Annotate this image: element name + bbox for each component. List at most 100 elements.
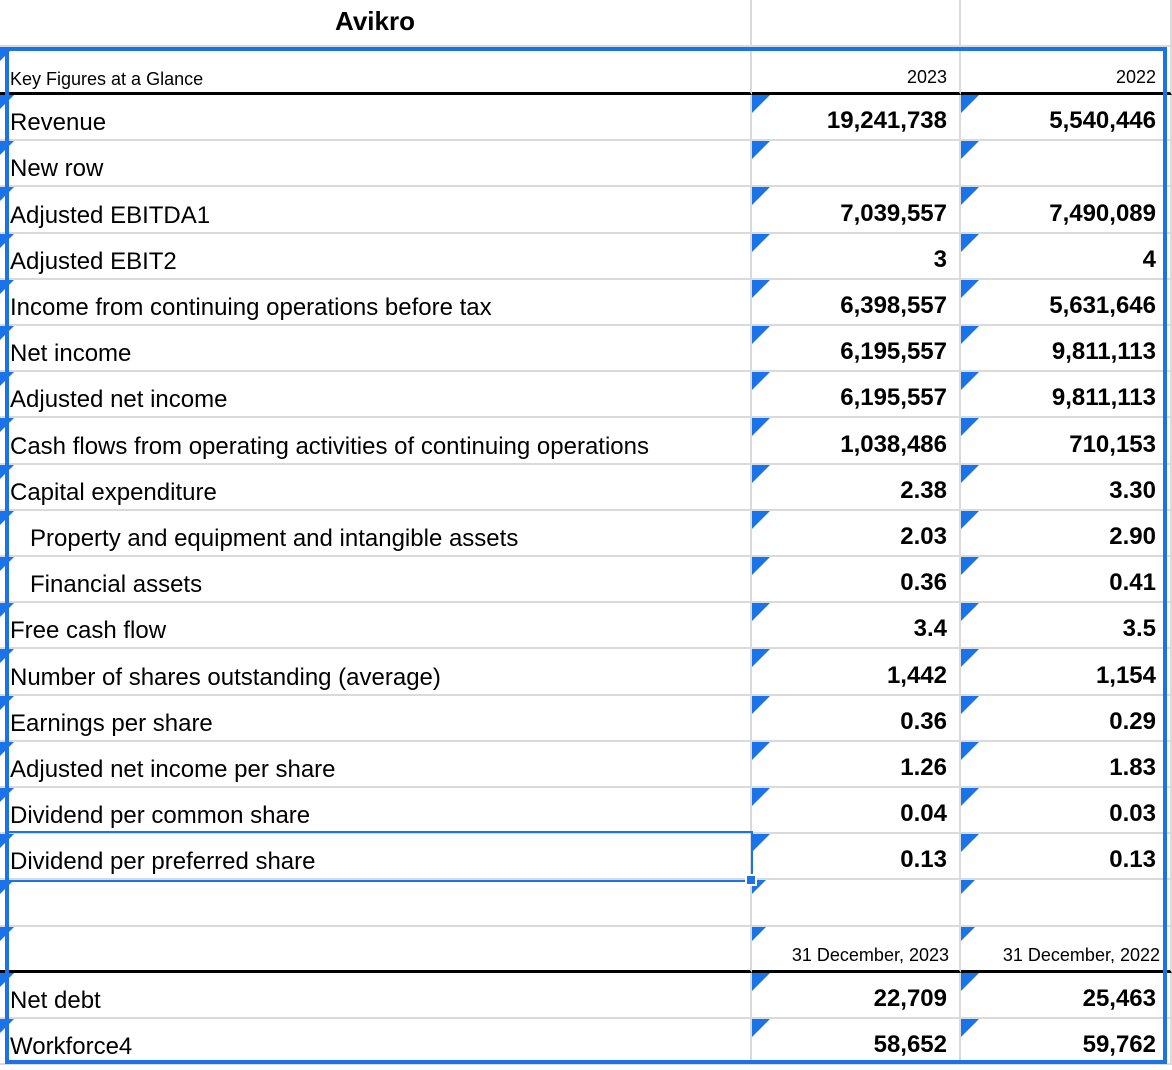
row-label-cell[interactable]: Number of shares outstanding (average) bbox=[0, 649, 752, 696]
comment-marker-icon bbox=[752, 834, 770, 853]
row-value-2023-cell[interactable]: 1.26 bbox=[752, 741, 961, 788]
row-value-2022-cell[interactable]: 710,153 bbox=[961, 418, 1172, 465]
row-value-2023-cell[interactable]: 6,195,557 bbox=[752, 372, 961, 419]
row-value-2022-cell[interactable]: 0.29 bbox=[961, 695, 1172, 742]
blank-label-cell[interactable] bbox=[0, 880, 752, 927]
row-label-cell[interactable]: Dividend per preferred share bbox=[0, 834, 752, 881]
row-value-2022-cell[interactable]: 0.13 bbox=[961, 834, 1172, 881]
comment-marker-icon bbox=[961, 603, 979, 622]
row-value-2022-cell[interactable]: 1.83 bbox=[961, 741, 1172, 788]
row-value-2022-cell[interactable]: 5,631,646 bbox=[961, 279, 1172, 326]
title-cell-2022[interactable] bbox=[961, 0, 1172, 47]
fill-handle[interactable] bbox=[745, 874, 757, 886]
row-label-cell[interactable]: Revenue bbox=[0, 95, 752, 142]
comment-marker-icon bbox=[0, 418, 14, 433]
row-value-2023-cell[interactable] bbox=[752, 141, 961, 188]
row-value-2023-cell[interactable]: 0.36 bbox=[752, 695, 961, 742]
row-value-2023-cell[interactable]: 0.13 bbox=[752, 834, 961, 881]
row-label: Adjusted net income per share bbox=[10, 755, 336, 783]
row-value-2022: 0.29 bbox=[1109, 707, 1156, 735]
row-value-2022-cell[interactable]: 0.03 bbox=[961, 788, 1172, 835]
comment-marker-icon bbox=[752, 1019, 770, 1037]
header-label: Key Figures at a Glance bbox=[10, 69, 204, 89]
row-label-cell[interactable]: Income from continuing operations before… bbox=[0, 279, 752, 326]
row-label-cell[interactable]: Earnings per share bbox=[0, 695, 752, 742]
row-value-2023-cell[interactable]: 2.38 bbox=[752, 464, 961, 511]
comment-marker-icon bbox=[961, 880, 975, 894]
row-label-cell[interactable]: Net debt bbox=[0, 973, 752, 1019]
row-label-cell[interactable]: Net income bbox=[0, 326, 752, 373]
header-2023-cell[interactable]: 2023 bbox=[752, 47, 961, 95]
row-label-cell[interactable]: Adjusted EBITDA1 bbox=[0, 187, 752, 234]
row-value-2022-cell[interactable]: 1,154 bbox=[961, 649, 1172, 696]
row-2022-cell[interactable]: 25,463 bbox=[961, 973, 1172, 1019]
date-header-label-cell[interactable] bbox=[0, 927, 752, 973]
row-label-cell[interactable]: Cash flows from operating activities of … bbox=[0, 418, 752, 465]
row-2023-cell[interactable]: 22,709 bbox=[752, 973, 961, 1019]
row-value-2022-cell[interactable] bbox=[961, 141, 1172, 188]
row-value-2023-cell[interactable]: 3 bbox=[752, 233, 961, 280]
row-label-cell[interactable]: Adjusted net income bbox=[0, 372, 752, 419]
table-row: Property and equipment and intangible as… bbox=[0, 510, 1172, 557]
row-value-2023-cell[interactable]: 0.04 bbox=[752, 788, 961, 835]
row-label-cell[interactable]: New row bbox=[0, 141, 752, 188]
row-label: Dividend per preferred share bbox=[10, 848, 316, 876]
row-label-cell[interactable]: Capital expenditure bbox=[0, 464, 752, 511]
row-value-2023-cell[interactable]: 1,038,486 bbox=[752, 418, 961, 465]
comment-marker-icon bbox=[961, 834, 979, 853]
table-row: Revenue 19,241,738 5,540,446 bbox=[0, 95, 1172, 142]
row-value-2022: 0.41 bbox=[1109, 569, 1156, 597]
comment-marker-icon bbox=[0, 510, 14, 525]
header-2022-cell[interactable]: 2022 bbox=[961, 47, 1172, 95]
row-label-cell[interactable]: Adjusted net income per share bbox=[0, 741, 752, 788]
row-value-2023-cell[interactable]: 1,442 bbox=[752, 649, 961, 696]
row-label-cell[interactable]: Free cash flow bbox=[0, 603, 752, 650]
comment-marker-icon bbox=[0, 141, 14, 156]
row-value-2022-cell[interactable]: 3.30 bbox=[961, 464, 1172, 511]
row-label: Property and equipment and intangible as… bbox=[30, 524, 519, 552]
row-value-2022-cell[interactable]: 7,490,089 bbox=[961, 187, 1172, 234]
blank-2022-cell[interactable] bbox=[961, 880, 1172, 927]
row-value-2022-cell[interactable]: 3.5 bbox=[961, 603, 1172, 650]
row-value-2022: 5,540,446 bbox=[1049, 107, 1156, 135]
row-value-2022-cell[interactable]: 9,811,113 bbox=[961, 326, 1172, 373]
row-value-2022-cell[interactable]: 4 bbox=[961, 233, 1172, 280]
comment-marker-icon bbox=[961, 464, 979, 483]
row-label-cell[interactable]: Dividend per common share bbox=[0, 788, 752, 835]
row-value-2022: 7,490,089 bbox=[1049, 199, 1156, 227]
row-value-2022-cell[interactable]: 5,540,446 bbox=[961, 95, 1172, 142]
date-header-2022-cell[interactable]: 31 December, 2022 bbox=[961, 927, 1172, 973]
row-value-2023-cell[interactable]: 19,241,738 bbox=[752, 95, 961, 142]
comment-marker-icon bbox=[0, 1019, 14, 1033]
row-value-2023-cell[interactable]: 7,039,557 bbox=[752, 187, 961, 234]
row-value-2023-cell[interactable]: 3.4 bbox=[752, 603, 961, 650]
row-value-2022-cell[interactable]: 2.90 bbox=[961, 510, 1172, 557]
row-label: Free cash flow bbox=[10, 617, 167, 645]
blank-2023-cell[interactable] bbox=[752, 880, 961, 927]
title-cell[interactable]: Avikro bbox=[0, 0, 752, 47]
row-value-2022: 3.5 bbox=[1122, 615, 1156, 643]
row-value-2023-cell[interactable]: 6,398,557 bbox=[752, 279, 961, 326]
row-value-2023-cell[interactable]: 0.36 bbox=[752, 557, 961, 604]
row-value-2023: 1,442 bbox=[886, 661, 947, 689]
row-value-2023-cell[interactable]: 6,195,557 bbox=[752, 326, 961, 373]
comment-marker-icon bbox=[752, 510, 770, 529]
comment-marker-icon bbox=[961, 233, 979, 252]
row-2023-cell[interactable]: 58,652 bbox=[752, 1019, 961, 1065]
header-label-cell[interactable]: Key Figures at a Glance bbox=[0, 47, 752, 95]
comment-marker-icon bbox=[0, 695, 14, 710]
date-header-2023-cell[interactable]: 31 December, 2023 bbox=[752, 927, 961, 973]
comment-marker-icon bbox=[0, 603, 14, 618]
row-value-2022-cell[interactable]: 9,811,113 bbox=[961, 372, 1172, 419]
title-cell-2023[interactable] bbox=[752, 0, 961, 47]
row-label-cell[interactable]: Property and equipment and intangible as… bbox=[0, 510, 752, 557]
row-label-cell[interactable]: Adjusted EBIT2 bbox=[0, 233, 752, 280]
row-label-cell[interactable]: Workforce4 bbox=[0, 1019, 752, 1065]
row-value-2023-cell[interactable]: 2.03 bbox=[752, 510, 961, 557]
row-value-2023: 0.36 bbox=[900, 569, 947, 597]
row-label: Cash flows from operating activities of … bbox=[10, 432, 649, 460]
row-label-cell[interactable]: Financial assets bbox=[0, 557, 752, 604]
row-2022-cell[interactable]: 59,762 bbox=[961, 1019, 1172, 1065]
comment-marker-icon bbox=[961, 95, 979, 113]
row-value-2022-cell[interactable]: 0.41 bbox=[961, 557, 1172, 604]
